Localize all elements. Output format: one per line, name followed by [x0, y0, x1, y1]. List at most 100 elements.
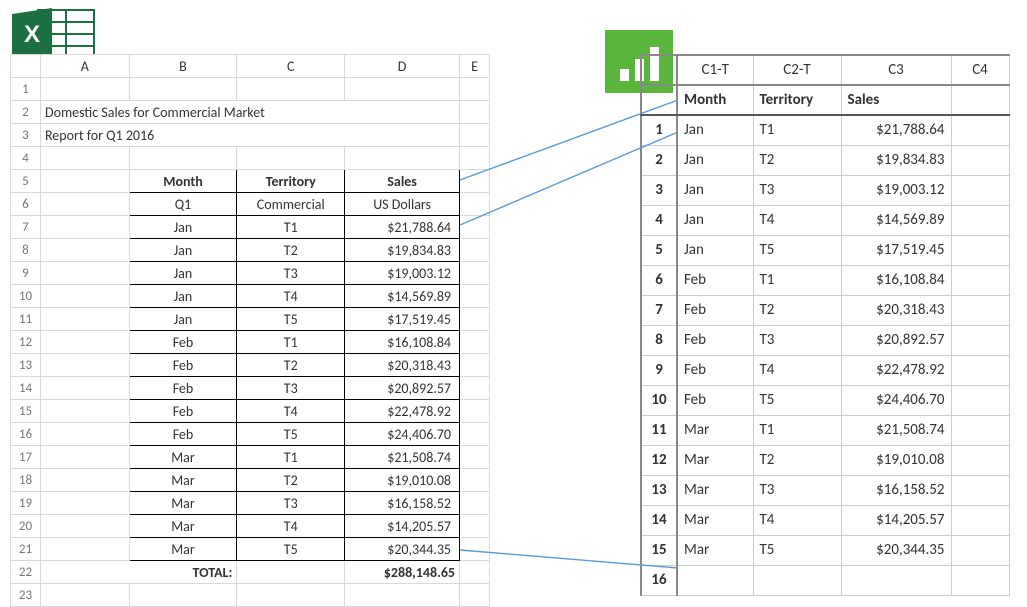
territory-cell[interactable]: T1 [237, 331, 345, 354]
territory-cell[interactable]: T4 [237, 400, 345, 423]
sales-cell[interactable]: $14,569.89 [345, 285, 460, 308]
table-header-territory[interactable]: Territory [753, 85, 841, 115]
row-header[interactable]: 8 [641, 325, 677, 355]
territory-cell[interactable]: T2 [753, 295, 841, 325]
col-header[interactable]: C4 [951, 55, 1009, 85]
month-cell[interactable]: Jan [129, 285, 237, 308]
territory-cell[interactable]: T5 [753, 385, 841, 415]
row-header[interactable]: 7 [641, 295, 677, 325]
table-header-sales[interactable]: Sales [345, 170, 460, 193]
row-header[interactable]: 17 [11, 446, 41, 469]
row-header[interactable]: 21 [11, 538, 41, 561]
col-header[interactable]: C2-T [753, 55, 841, 85]
territory-cell[interactable]: T3 [753, 325, 841, 355]
col-header[interactable]: E [460, 55, 490, 78]
sales-cell[interactable]: $20,892.57 [841, 325, 951, 355]
month-cell[interactable]: Jan [677, 205, 753, 235]
row-header[interactable]: 12 [11, 331, 41, 354]
month-cell[interactable]: Mar [129, 515, 237, 538]
territory-cell[interactable]: T5 [237, 423, 345, 446]
col-header[interactable]: C [237, 55, 345, 78]
sales-cell[interactable]: $20,318.43 [841, 295, 951, 325]
month-cell[interactable]: Mar [129, 446, 237, 469]
territory-cell[interactable]: T2 [753, 445, 841, 475]
sales-cell[interactable]: $19,003.12 [841, 175, 951, 205]
territory-cell[interactable]: T3 [237, 492, 345, 515]
month-cell[interactable]: Jan [677, 175, 753, 205]
row-header[interactable]: 20 [11, 515, 41, 538]
month-cell[interactable]: Mar [677, 535, 753, 565]
territory-cell[interactable]: T3 [753, 175, 841, 205]
month-cell[interactable]: Mar [129, 492, 237, 515]
territory-cell[interactable]: T2 [237, 354, 345, 377]
territory-cell[interactable]: T1 [753, 115, 841, 145]
sales-cell[interactable]: $21,508.74 [841, 415, 951, 445]
row-header[interactable]: 4 [11, 147, 41, 170]
row-header[interactable]: 6 [11, 193, 41, 216]
territory-cell[interactable]: T2 [237, 239, 345, 262]
month-cell[interactable]: Feb [129, 354, 237, 377]
row-header[interactable]: 12 [641, 445, 677, 475]
sales-cell[interactable]: $22,478.92 [841, 355, 951, 385]
territory-cell[interactable]: T3 [237, 262, 345, 285]
col-header[interactable]: C3 [841, 55, 951, 85]
sales-cell[interactable]: $19,010.08 [345, 469, 460, 492]
report-subtitle[interactable]: Report for Q1 2016 [40, 124, 459, 147]
sales-cell[interactable]: $14,569.89 [841, 205, 951, 235]
sales-cell[interactable]: $20,344.35 [841, 535, 951, 565]
sales-cell[interactable]: $16,108.84 [841, 265, 951, 295]
month-cell[interactable]: Feb [129, 400, 237, 423]
territory-cell[interactable]: T1 [753, 415, 841, 445]
sales-cell[interactable]: $22,478.92 [345, 400, 460, 423]
month-cell[interactable]: Jan [129, 308, 237, 331]
month-cell[interactable]: Jan [677, 235, 753, 265]
subheader-cell[interactable]: Commercial [237, 193, 345, 216]
row-header[interactable]: 2 [641, 145, 677, 175]
row-header[interactable]: 5 [641, 235, 677, 265]
row-header[interactable]: 8 [11, 239, 41, 262]
month-cell[interactable]: Jan [129, 239, 237, 262]
territory-cell[interactable]: T3 [753, 475, 841, 505]
subheader-cell[interactable]: US Dollars [345, 193, 460, 216]
territory-cell[interactable]: T4 [237, 515, 345, 538]
sales-cell[interactable]: $16,108.84 [345, 331, 460, 354]
sales-cell[interactable]: $20,344.35 [345, 538, 460, 561]
territory-cell[interactable]: T2 [237, 469, 345, 492]
row-header[interactable]: 14 [11, 377, 41, 400]
month-cell[interactable]: Feb [677, 355, 753, 385]
row-header[interactable]: 13 [11, 354, 41, 377]
row-header[interactable]: 3 [11, 124, 41, 147]
row-header[interactable]: 7 [11, 216, 41, 239]
row-header[interactable]: 1 [641, 115, 677, 145]
territory-cell[interactable]: T2 [753, 145, 841, 175]
sales-cell[interactable]: $19,010.08 [841, 445, 951, 475]
month-cell[interactable]: Feb [677, 265, 753, 295]
month-cell[interactable]: Mar [677, 505, 753, 535]
table-header-month[interactable]: Month [677, 85, 753, 115]
row-header[interactable]: 11 [11, 308, 41, 331]
sales-cell[interactable]: $16,158.52 [345, 492, 460, 515]
month-cell[interactable]: Mar [129, 538, 237, 561]
row-header[interactable]: 13 [641, 475, 677, 505]
row-header[interactable]: 16 [11, 423, 41, 446]
territory-cell[interactable]: T4 [237, 285, 345, 308]
col-header[interactable]: A [40, 55, 129, 78]
sales-cell[interactable]: $24,406.70 [841, 385, 951, 415]
row-header[interactable]: 15 [11, 400, 41, 423]
col-header[interactable]: D [345, 55, 460, 78]
month-cell[interactable]: Mar [677, 475, 753, 505]
sales-cell[interactable]: $14,205.57 [841, 505, 951, 535]
sales-cell[interactable]: $19,834.83 [345, 239, 460, 262]
table-header-sales[interactable]: Sales [841, 85, 951, 115]
total-value[interactable]: $288,148.65 [345, 561, 460, 584]
row-header[interactable]: 14 [641, 505, 677, 535]
sales-cell[interactable]: $19,834.83 [841, 145, 951, 175]
territory-cell[interactable]: T4 [753, 355, 841, 385]
row-header[interactable]: 1 [11, 78, 41, 101]
territory-cell[interactable]: T1 [753, 265, 841, 295]
row-header[interactable]: 2 [11, 101, 41, 124]
month-cell[interactable]: Jan [129, 216, 237, 239]
col-header[interactable]: B [129, 55, 237, 78]
territory-cell[interactable]: T5 [237, 538, 345, 561]
month-cell[interactable]: Feb [677, 385, 753, 415]
